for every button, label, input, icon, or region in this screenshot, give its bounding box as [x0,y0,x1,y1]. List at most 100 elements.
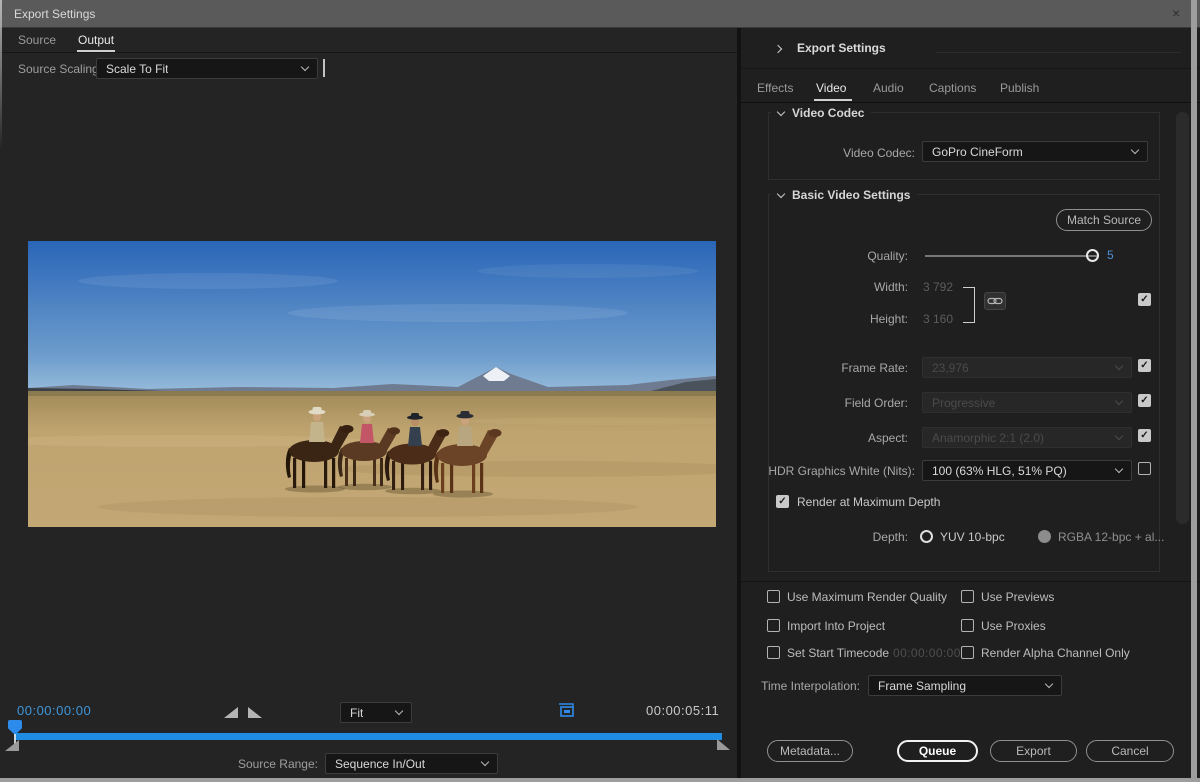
max-render-quality-label: Use Maximum Render Quality [787,590,947,604]
set-start-timecode-checkbox[interactable] [767,646,780,659]
hdr-white-checkbox[interactable] [1138,462,1151,475]
chevron-down-icon [777,108,785,116]
chain-link-icon [987,296,1003,306]
chevron-down-icon [1131,146,1139,154]
preview-panel: Source Output Source Scaling: Scale To F… [0,28,737,782]
quality-slider-handle[interactable] [1086,249,1099,262]
depth-rgba-radio[interactable] [1038,530,1051,543]
field-order-label: Field Order: [758,396,908,410]
dimensions-checkbox[interactable]: ✓ [1138,293,1151,306]
video-codec-section-header[interactable]: Video Codec [771,106,871,120]
in-point-handle[interactable] [5,740,19,751]
render-max-depth-checkbox[interactable]: ✓ [776,495,789,508]
window-scrollbar-track[interactable] [1191,0,1197,782]
use-proxies-checkbox[interactable] [961,619,974,632]
set-start-timecode-label: Set Start Timecode [787,646,889,660]
tabbar-divider [0,52,737,53]
width-value: 3 792 [923,280,953,294]
chevron-down-icon [1115,362,1123,370]
quality-value[interactable]: 5 [1107,248,1114,262]
video-preview[interactable] [28,241,716,527]
tab-audio[interactable]: Audio [873,81,904,95]
field-order-checkbox[interactable]: ✓ [1138,394,1151,407]
video-codec-label: Video Codec: [765,146,915,160]
depth-yuv-radio[interactable] [920,530,933,543]
text-caret [323,59,325,77]
queue-button[interactable]: Queue [897,740,978,762]
duration-timecode: 00:00:05:11 [646,703,719,718]
tab-source[interactable]: Source [18,33,56,47]
link-dimensions-bracket [963,287,975,323]
scrollbar-thumb[interactable] [1176,112,1189,524]
time-interpolation-select[interactable]: Frame Sampling [868,675,1062,696]
panel-divider[interactable] [737,28,741,782]
height-value: 3 160 [923,312,953,326]
depth-rgba-label[interactable]: RGBA 12-bpc + al... [1058,530,1164,544]
depth-yuv-label[interactable]: YUV 10-bpc [940,530,1005,544]
import-into-project-checkbox[interactable] [767,619,780,632]
use-previews-label: Use Previews [981,590,1054,604]
link-dimensions-button[interactable] [984,292,1006,310]
quality-slider[interactable] [925,255,1097,257]
tab-effects[interactable]: Effects [757,81,793,95]
chevron-down-icon [777,190,785,198]
height-label: Height: [758,312,908,326]
tab-publish[interactable]: Publish [1000,81,1039,95]
source-range-select[interactable]: Sequence In/Out [325,753,498,774]
aspect-checkbox[interactable]: ✓ [1138,429,1151,442]
render-max-depth-label: Render at Maximum Depth [797,495,940,509]
import-into-project-label: Import Into Project [787,619,885,633]
render-alpha-label: Render Alpha Channel Only [981,646,1130,660]
aspect-label: Aspect: [758,431,908,445]
tab-output[interactable]: Output [78,33,114,47]
source-scaling-label: Source Scaling: [18,62,102,76]
window-left-edge [0,0,2,150]
timeline-scrubber[interactable] [14,733,722,740]
chevron-down-icon [1115,397,1123,405]
export-settings-dialog: Export Settings × Source Output Source S… [0,0,1200,782]
close-icon[interactable]: × [1172,5,1180,21]
set-out-point-icon[interactable] [248,707,262,718]
cancel-button[interactable]: Cancel [1086,740,1174,762]
chevron-down-icon [301,63,309,71]
tab-output-underline [77,50,115,52]
use-previews-checkbox[interactable] [961,590,974,603]
dialog-title: Export Settings [14,7,95,21]
source-scaling-select[interactable]: Scale To Fit [96,58,318,79]
basic-video-settings-header[interactable]: Basic Video Settings [771,188,917,202]
aspect-select: Anamorphic 2:1 (2.0) [922,427,1132,448]
zoom-level-select[interactable]: Fit [340,702,412,723]
export-frame-icon[interactable] [557,701,577,720]
chevron-down-icon [1045,680,1053,688]
quality-label: Quality: [758,249,908,263]
settings-panel: Export Settings Effects Video Audio Capt… [741,28,1200,782]
match-source-button[interactable]: Match Source [1056,209,1152,231]
frame-rate-label: Frame Rate: [758,361,908,375]
frame-rate-checkbox[interactable]: ✓ [1138,359,1151,372]
chevron-right-icon[interactable] [774,45,782,53]
title-bar: Export Settings × [0,0,1200,28]
export-button[interactable]: Export [990,740,1077,762]
current-timecode[interactable]: 00:00:00:00 [17,703,91,718]
chevron-down-icon [1115,432,1123,440]
metadata-button[interactable]: Metadata... [767,740,853,762]
hdr-white-select[interactable]: 100 (63% HLG, 51% PQ) [922,460,1132,481]
field-order-select: Progressive [922,392,1132,413]
time-interpolation-label: Time Interpolation: [741,679,860,693]
set-in-point-icon[interactable] [224,707,238,718]
max-render-quality-checkbox[interactable] [767,590,780,603]
chevron-down-icon [1115,465,1123,473]
video-codec-select[interactable]: GoPro CineForm [922,141,1148,162]
tab-captions[interactable]: Captions [929,81,976,95]
window-bottom-edge [0,778,1200,782]
start-timecode-value: 00:00:00:00 [893,646,961,660]
tab-video[interactable]: Video [816,81,846,95]
header-rule [936,52,1181,53]
out-point-handle[interactable] [717,739,730,750]
depth-label: Depth: [758,530,908,544]
panel-header: Export Settings [797,41,886,55]
hdr-white-label: HDR Graphics White (Nits): [741,464,915,478]
source-range-label: Source Range: [200,757,318,771]
render-alpha-checkbox[interactable] [961,646,974,659]
tab-video-underline [814,99,852,101]
